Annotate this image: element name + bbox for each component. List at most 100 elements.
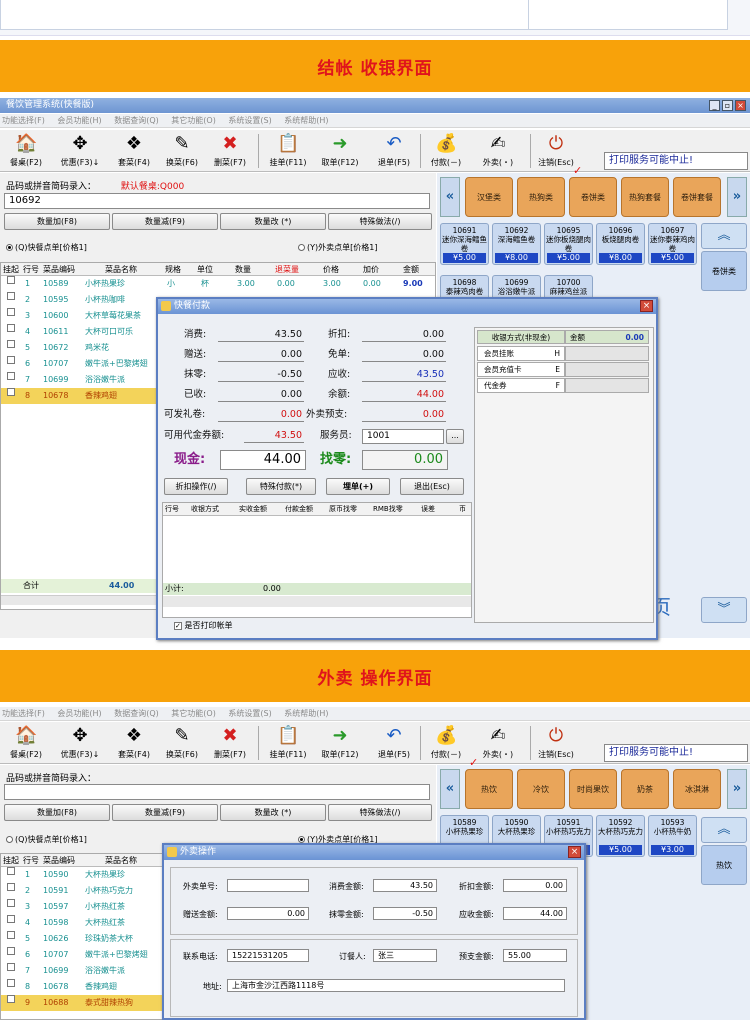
category-button[interactable]: 热饮 ✓ — [465, 756, 513, 809]
checkbox[interactable] — [7, 276, 15, 284]
code-input[interactable]: 10692 — [4, 193, 430, 209]
table-button-2[interactable]: 🏠 餐桌(F2) — [4, 724, 48, 762]
checkbox[interactable] — [7, 372, 15, 380]
table-row[interactable]: 1 10589 小杯热果珍 小 杯 3.00 0.00 3.00 0.00 9.00 — [1, 276, 435, 292]
fetch-order-button[interactable]: ➜ 取单(F12) — [318, 132, 362, 170]
pay-close-button[interactable]: × — [640, 300, 653, 312]
method-row[interactable]: 代金券 F — [477, 378, 565, 393]
swap-dish-button[interactable]: ✎ 换菜(F6) — [160, 132, 204, 170]
dish-tile[interactable]: 10691 迷你深海鳕鱼卷 ¥5.00 — [440, 223, 489, 265]
category-button[interactable]: 热狗类 — [517, 177, 565, 217]
side2-scroll-up-button[interactable]: ︽ — [701, 817, 747, 843]
qty-inc-button-2[interactable]: 数量加(F8) — [4, 804, 110, 821]
qty-change-button[interactable]: 数量改 (*) — [220, 213, 326, 230]
dish-tile[interactable]: 10696 板烧腿肉卷 ¥8.00 — [596, 223, 645, 265]
pay-button[interactable]: 💰 付款(－) — [424, 132, 468, 170]
checkbox[interactable] — [7, 931, 15, 939]
menu-member[interactable]: 会员功能(H) — [57, 116, 101, 125]
dish-tile[interactable]: 10695 迷你板烧腿肉卷 ¥5.00 — [544, 223, 593, 265]
set-menu-button-2[interactable]: ❖ 套菜(F4) — [112, 724, 156, 762]
settle-button[interactable]: 埋单(+) — [326, 478, 390, 495]
special-method-button[interactable]: 特殊做法(/) — [328, 213, 432, 230]
category-button[interactable]: 卷饼套餐 — [673, 177, 721, 217]
fast-order-radio-2[interactable]: (Q)快餐点单[价格1] — [6, 834, 87, 845]
code-input-2[interactable] — [4, 784, 430, 800]
side-scroll-down-button[interactable]: ︾ — [701, 597, 747, 623]
method-row[interactable]: 会员充值卡 E — [477, 362, 565, 377]
method-row[interactable]: 会员挂账 H — [477, 346, 565, 361]
close-window-button[interactable]: × — [735, 100, 746, 111]
checkbox[interactable] — [7, 324, 15, 332]
delete-dish-button[interactable]: ✖ 删菜(F7) — [208, 132, 252, 170]
print-checkbox[interactable]: ✓ — [174, 621, 182, 630]
category-button[interactable]: 时尚果饮 — [569, 769, 617, 809]
qty-dec-button-2[interactable]: 数量减(F9) — [112, 804, 218, 821]
discount-button[interactable]: ✥ 优惠(F3)↓ — [58, 132, 102, 170]
table-button[interactable]: 🏠 餐桌(F2) — [4, 132, 48, 170]
checkbox[interactable] — [7, 867, 15, 875]
takeout-close-button[interactable]: × — [568, 846, 581, 858]
print-checkbox-row[interactable]: ✓ 是否打印帐单 — [174, 620, 233, 632]
logout-button[interactable]: ⏻ 注销(Esc) — [534, 132, 578, 170]
checkbox[interactable] — [7, 915, 15, 923]
menu2-member[interactable]: 会员功能(H) — [57, 709, 101, 718]
category-button[interactable]: 奶茶 — [621, 769, 669, 809]
cat-next-button[interactable]: » — [727, 177, 747, 217]
menu-help[interactable]: 系统帮助(H) — [284, 116, 328, 125]
person-input[interactable]: 张三 — [373, 949, 437, 962]
logout-button-2[interactable]: ⏻ 注销(Esc) — [534, 724, 578, 762]
exit-button[interactable]: 退出(Esc) — [400, 478, 464, 495]
category-button[interactable]: 冰淇淋 — [673, 769, 721, 809]
return-order-button[interactable]: ↶ 退单(F5) — [372, 132, 416, 170]
checkbox[interactable] — [7, 308, 15, 316]
menu2-function[interactable]: 功能选择(F) — [2, 709, 45, 718]
maximize-button[interactable]: ▫ — [722, 100, 733, 111]
category-button[interactable]: 卷饼类 ✓ — [569, 164, 617, 217]
method-amount-field[interactable] — [565, 362, 649, 377]
order-no-input[interactable] — [227, 879, 309, 892]
checkbox[interactable] — [7, 899, 15, 907]
discount-button-2[interactable]: ✥ 优惠(F3)↓ — [58, 724, 102, 762]
menu2-settings[interactable]: 系统设置(S) — [228, 709, 271, 718]
checkbox[interactable] — [7, 963, 15, 971]
checkbox[interactable] — [7, 292, 15, 300]
takeout-button[interactable]: ✍ 外卖(・) — [476, 132, 520, 170]
side-category-button[interactable]: 卷饼类 — [701, 251, 747, 291]
side-scroll-up-button[interactable]: ︽ — [701, 223, 747, 249]
cat-prev-button[interactable]: « — [440, 177, 460, 217]
qty-change-button-2[interactable]: 数量改 (*) — [220, 804, 326, 821]
menu2-query[interactable]: 数据查询(Q) — [114, 709, 159, 718]
menu-function[interactable]: 功能选择(F) — [2, 116, 45, 125]
side2-category-button[interactable]: 热饮 — [701, 845, 747, 885]
set-menu-button[interactable]: ❖ 套菜(F4) — [112, 132, 156, 170]
special-method-button-2[interactable]: 特殊做法(/) — [328, 804, 432, 821]
category-button[interactable]: 汉堡类 — [465, 177, 513, 217]
special-pay-button[interactable]: 特殊付款(*) — [246, 478, 316, 495]
category-button[interactable]: 冷饮 — [517, 769, 565, 809]
pay-button-2[interactable]: 💰 付款(－) — [424, 724, 468, 762]
checkbox[interactable] — [7, 356, 15, 364]
swap-dish-button-2[interactable]: ✎ 换菜(F6) — [160, 724, 204, 762]
dish-tile[interactable]: 10697 迷你泰辣鸡肉卷 ¥5.00 — [648, 223, 697, 265]
hold-order-button-2[interactable]: 📋 挂单(F11) — [266, 724, 310, 762]
checkbox[interactable] — [7, 883, 15, 891]
checkbox[interactable] — [7, 388, 15, 396]
payment-hscroll[interactable] — [163, 596, 471, 607]
waiter-browse-button[interactable]: ... — [446, 429, 464, 444]
dish-tile[interactable]: 10692 深海鳕鱼卷 ¥8.00 — [492, 223, 541, 265]
cat2-next-button[interactable]: » — [727, 769, 747, 809]
menu2-help[interactable]: 系统帮助(H) — [284, 709, 328, 718]
address-input[interactable]: 上海市金沙江西路1118号 — [227, 979, 565, 992]
prepay-input[interactable]: 55.00 — [503, 949, 567, 962]
menu2-other[interactable]: 其它功能(O) — [171, 709, 216, 718]
category-button[interactable]: 热狗套餐 — [621, 177, 669, 217]
qty-inc-button[interactable]: 数量加(F8) — [4, 213, 110, 230]
menu-query[interactable]: 数据查询(Q) — [114, 116, 159, 125]
menu-settings[interactable]: 系统设置(S) — [228, 116, 271, 125]
return-order-button-2[interactable]: ↶ 退单(F5) — [372, 724, 416, 762]
cat2-prev-button[interactable]: « — [440, 769, 460, 809]
checkbox[interactable] — [7, 995, 15, 1003]
qty-dec-button[interactable]: 数量减(F9) — [112, 213, 218, 230]
dish-tile[interactable]: 10592 大杯热巧克力 ¥5.00 — [596, 815, 645, 857]
checkbox[interactable] — [7, 947, 15, 955]
